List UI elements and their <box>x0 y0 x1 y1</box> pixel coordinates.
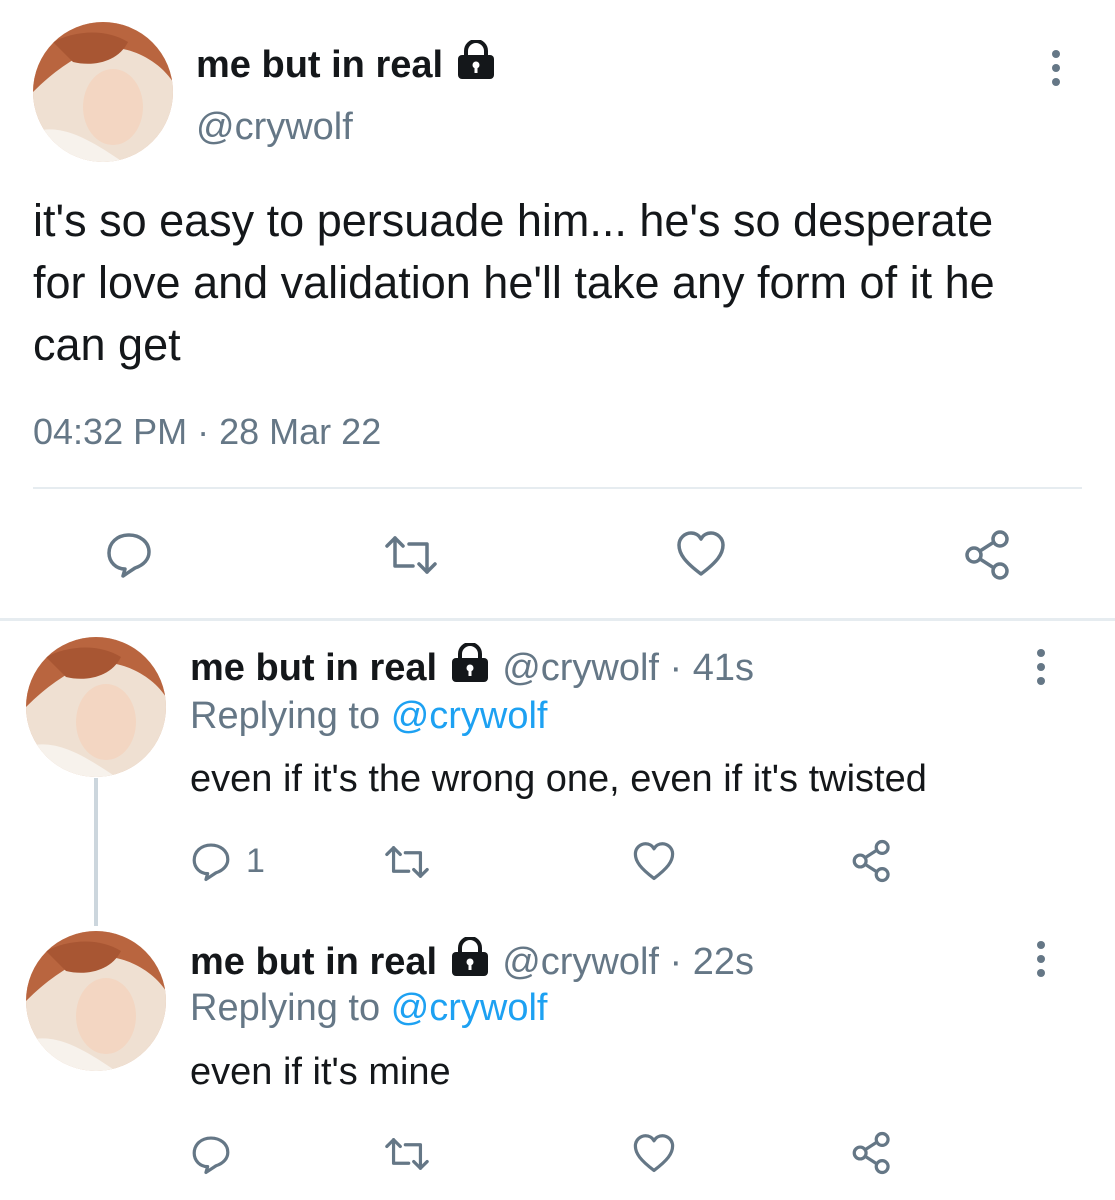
share-icon[interactable] <box>850 839 894 883</box>
retweet-icon[interactable] <box>383 530 439 580</box>
replying-to-label: Replying to <box>190 695 381 737</box>
share-icon[interactable] <box>962 529 1014 581</box>
share-icon[interactable] <box>850 1131 894 1175</box>
replying-to: Replying to @crywolf <box>190 985 548 1031</box>
lock-icon <box>451 643 488 682</box>
reply-avatar[interactable] <box>26 931 166 1071</box>
tweet-timestamp: 04:32 PM · 28 Mar 22 <box>33 410 381 454</box>
lock-icon <box>457 40 494 79</box>
main-tweet: me but in real @crywolf it's so easy to … <box>0 0 1115 620</box>
avatar-photo <box>26 931 166 1071</box>
reply-icon[interactable] <box>190 840 232 882</box>
tweet-time: 04:32 PM <box>33 411 188 452</box>
reply-icon[interactable] <box>190 1133 232 1175</box>
reply-meta[interactable]: @crywolf · 41s <box>502 647 754 689</box>
reply-avatar[interactable] <box>26 637 166 777</box>
main-handle[interactable]: @crywolf <box>196 104 353 150</box>
reply-icon[interactable] <box>104 529 154 579</box>
avatar-photo <box>26 637 166 777</box>
divider <box>33 487 1082 489</box>
replying-to-label: Replying to <box>190 987 381 1029</box>
more-options-icon[interactable] <box>1035 649 1047 685</box>
main-avatar[interactable] <box>33 22 173 162</box>
more-options-icon[interactable] <box>1050 50 1062 86</box>
avatar-photo <box>33 22 173 162</box>
reply-meta[interactable]: @crywolf · 22s <box>502 941 754 983</box>
reply-text: even if it's the wrong one, even if it's… <box>190 758 927 800</box>
reply-header: me but in real @crywolf · 22s <box>190 937 754 985</box>
heart-icon[interactable] <box>632 1133 676 1174</box>
reply-text: even if it's mine <box>190 1051 451 1093</box>
reply-count: 1 <box>246 842 265 880</box>
heart-icon[interactable] <box>632 841 676 882</box>
reply-tweet-1[interactable]: me but in real @crywolf · 41s Replying t… <box>0 621 1115 921</box>
reply-display-name[interactable]: me but in real <box>190 941 437 983</box>
date-separator: · <box>197 411 210 452</box>
main-display-name[interactable]: me but in real <box>196 40 498 88</box>
tweet-text: it's so easy to persuade him... he's so … <box>33 195 995 370</box>
retweet-icon[interactable] <box>383 1133 431 1175</box>
lock-icon <box>451 937 488 976</box>
replying-to: Replying to @crywolf <box>190 693 548 739</box>
replying-to-handle[interactable]: @crywolf <box>391 695 548 737</box>
heart-icon[interactable] <box>675 530 727 578</box>
replying-to-handle[interactable]: @crywolf <box>391 987 548 1029</box>
reply-tweet-2[interactable]: me but in real @crywolf · 22s Replying t… <box>0 915 1115 1200</box>
tweet-date: 28 Mar 22 <box>219 411 382 452</box>
retweet-icon[interactable] <box>383 841 431 883</box>
more-options-icon[interactable] <box>1035 941 1047 977</box>
display-name-text: me but in real <box>196 44 444 86</box>
reply-display-name[interactable]: me but in real <box>190 647 437 689</box>
reply-header: me but in real @crywolf · 41s <box>190 643 754 691</box>
